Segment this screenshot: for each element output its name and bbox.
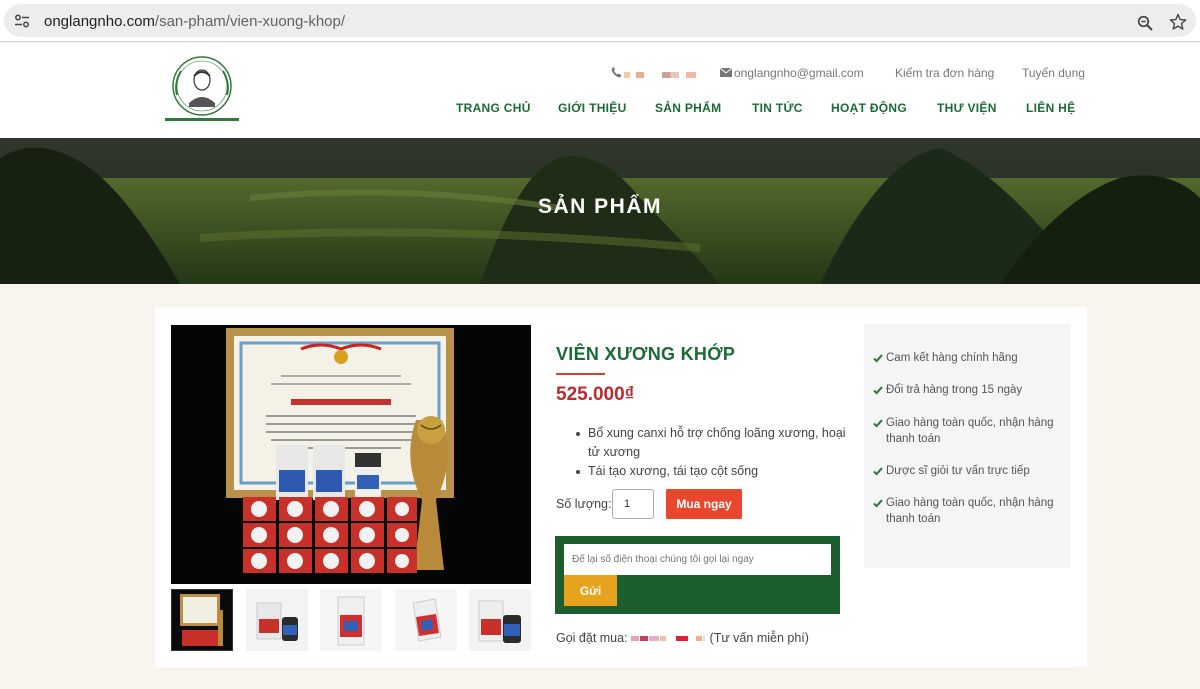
quantity-label: Số lượng: — [556, 497, 612, 511]
site-header: onglangnho@gmail.com Kiểm tra đơn hàng T… — [0, 43, 1200, 138]
check-icon — [873, 467, 883, 476]
phone-callback-input[interactable] — [564, 544, 831, 575]
page-banner: SẢN PHẨM — [0, 138, 1200, 284]
product-features: Bổ xung canxi hỗ trợ chống loãng xương, … — [576, 424, 846, 481]
benefit-item: Giao hàng toàn quốc, nhận hàng thanh toá… — [873, 495, 1063, 527]
call-to-order: Gọi đặt mua: (Tư vấn miễn phí) — [556, 631, 809, 645]
hotline-number-blurred[interactable] — [631, 631, 709, 645]
benefits-panel: Cam kết hàng chính hãng Đổi trả hàng tro… — [864, 324, 1070, 568]
nav-contact[interactable]: LIÊN HỆ — [1026, 101, 1075, 115]
thumbnail-4[interactable] — [395, 589, 457, 651]
feature-item: Tái tạo xương, tái tạo cột sống — [576, 462, 846, 481]
product-price: 525.000₫ — [556, 384, 635, 405]
site-logo[interactable] — [163, 55, 241, 125]
nav-news[interactable]: TIN TỨC — [752, 101, 803, 115]
url-text[interactable]: onglangnho.com/san-pham/vien-xuong-khop/ — [44, 13, 345, 30]
call-prefix: Gọi đặt mua: — [556, 631, 628, 645]
call-suffix: (Tư vấn miễn phí) — [709, 631, 809, 645]
benefit-text: Giao hàng toàn quốc, nhận hàng thanh toá… — [886, 497, 1054, 525]
benefit-item: Cam kết hàng chính hãng — [873, 350, 1063, 366]
email-link[interactable]: onglangnho@gmail.com — [734, 66, 864, 80]
check-icon — [873, 419, 883, 428]
thumbnail-5[interactable] — [469, 589, 531, 651]
benefit-text: Dược sĩ giỏi tư vấn trực tiếp — [886, 465, 1030, 477]
recruitment-link[interactable]: Tuyển dụng — [1022, 66, 1085, 80]
thumbnail-2[interactable] — [246, 589, 308, 651]
nav-home[interactable]: TRANG CHỦ — [456, 101, 531, 115]
title-underline — [556, 373, 605, 375]
product-card: VIÊN XƯƠNG KHỚP 525.000₫ Bổ xung canxi h… — [155, 307, 1087, 667]
mail-icon — [720, 68, 732, 77]
thumbnail-3[interactable] — [320, 589, 382, 651]
callback-form: Gửi — [555, 536, 840, 614]
star-icon[interactable] — [1169, 13, 1187, 31]
feature-item: Bổ xung canxi hỗ trợ chống loãng xương, … — [576, 424, 846, 462]
phone-number-blurred — [624, 72, 644, 78]
buy-now-button[interactable]: Mua ngay — [666, 489, 742, 519]
check-icon — [873, 499, 883, 508]
benefit-text: Cam kết hàng chính hãng — [886, 352, 1018, 364]
benefit-item: Giao hàng toàn quốc, nhận hàng thanh toá… — [873, 415, 1063, 447]
order-check-link[interactable]: Kiểm tra đơn hàng — [895, 66, 994, 80]
product-title: VIÊN XƯƠNG KHỚP — [556, 344, 736, 364]
url-path: /san-pham/vien-xuong-khop/ — [154, 13, 346, 30]
check-icon — [873, 354, 883, 363]
phone-number-blurred-2 — [662, 72, 696, 78]
phone-icon — [611, 66, 622, 78]
url-domain: onglangnho.com — [44, 13, 155, 30]
address-bar[interactable]: onglangnho.com/san-pham/vien-xuong-khop/ — [4, 4, 1196, 37]
benefit-item: Đổi trả hàng trong 15 ngày — [873, 382, 1063, 398]
benefit-item: Dược sĩ giỏi tư vấn trực tiếp — [873, 463, 1063, 479]
nav-library[interactable]: THƯ VIỆN — [937, 101, 997, 115]
banner-title: SẢN PHẨM — [537, 195, 662, 218]
product-main-image[interactable] — [171, 325, 531, 584]
nav-about[interactable]: GIỚI THIỆU — [558, 101, 627, 115]
thumbnail-1[interactable] — [171, 589, 233, 651]
zoom-icon[interactable] — [1137, 15, 1153, 31]
tune-icon[interactable] — [14, 13, 30, 29]
browser-toolbar: onglangnho.com/san-pham/vien-xuong-khop/ — [0, 0, 1200, 42]
benefit-text: Giao hàng toàn quốc, nhận hàng thanh toá… — [886, 417, 1054, 445]
quantity-input[interactable] — [612, 489, 654, 519]
send-button[interactable]: Gửi — [564, 575, 617, 606]
benefit-text: Đổi trả hàng trong 15 ngày — [886, 384, 1023, 396]
nav-activities[interactable]: HOẠT ĐỘNG — [831, 101, 907, 115]
nav-products[interactable]: SẢN PHẨM — [655, 101, 721, 115]
check-icon — [873, 386, 883, 395]
